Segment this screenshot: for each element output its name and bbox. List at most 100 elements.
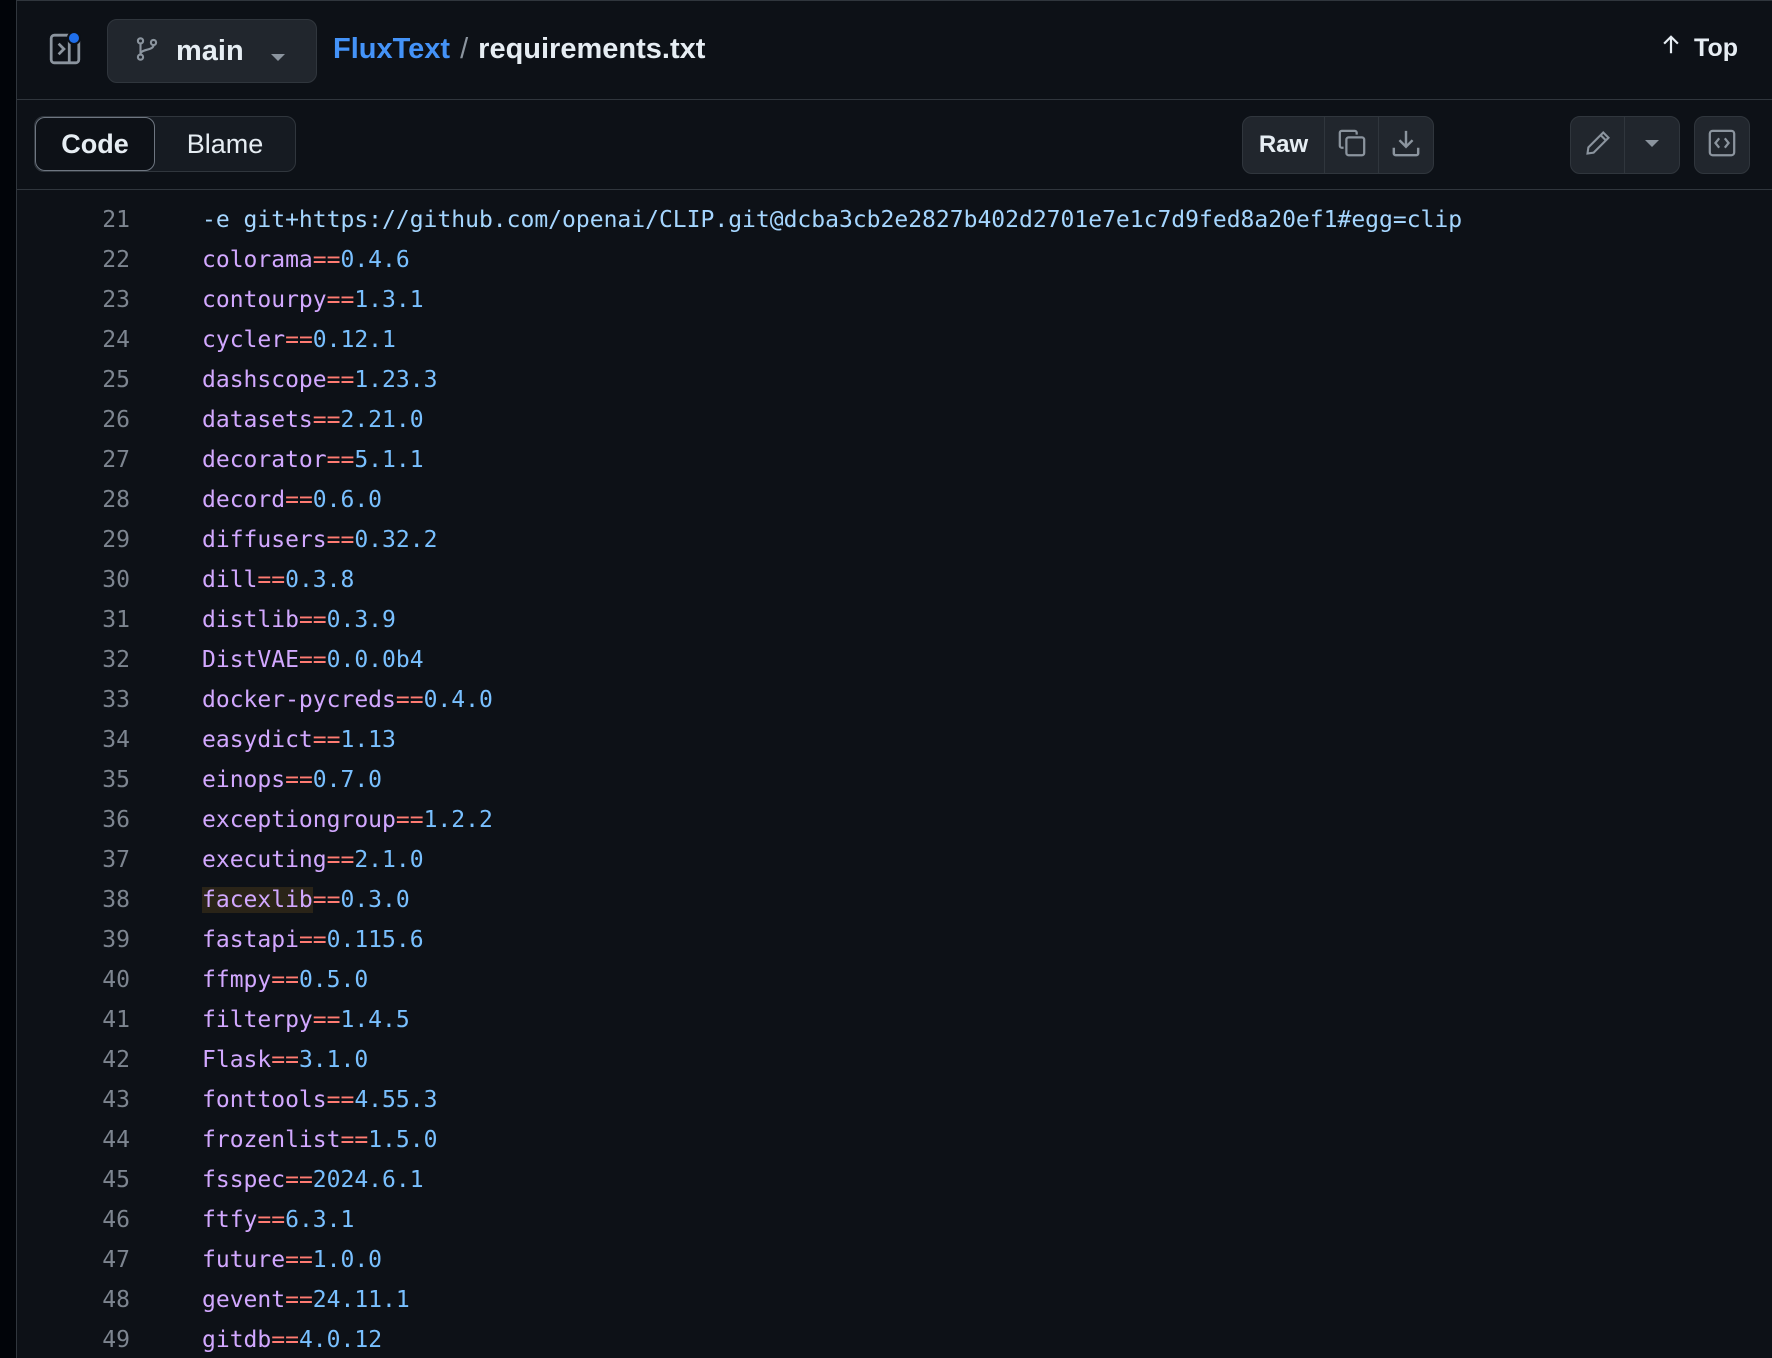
line-number[interactable]: 28: [17, 487, 130, 513]
package-version: 1.3.1: [354, 287, 424, 313]
package-name: fsspec: [202, 1167, 286, 1193]
line-number[interactable]: 26: [17, 407, 130, 433]
version-operator: ==: [271, 1327, 299, 1353]
line-number[interactable]: 49: [17, 1327, 130, 1353]
package-name: diffusers: [202, 527, 327, 553]
line-number[interactable]: 20: [17, 190, 130, 193]
code-line: 37 executing==2.1.0: [17, 840, 1772, 880]
package-version: 6.3.1: [285, 1207, 355, 1233]
line-content: datasets==2.21.0: [202, 407, 424, 433]
line-number[interactable]: 41: [17, 1007, 130, 1033]
line-number[interactable]: 23: [17, 287, 130, 313]
line-content: diffusers==0.32.2: [202, 527, 437, 553]
line-number[interactable]: 46: [17, 1207, 130, 1233]
code-line: 44 frozenlist==1.5.0: [17, 1120, 1772, 1160]
line-content: gitdb==4.0.12: [202, 1327, 382, 1353]
download-button[interactable]: [1379, 117, 1433, 173]
code-line: 42 Flask==3.1.0: [17, 1040, 1772, 1080]
notification-dot: [67, 31, 81, 45]
line-number[interactable]: 21: [17, 207, 130, 233]
breadcrumb: FluxText / requirements.txt: [333, 33, 705, 66]
line-content: future==1.0.0: [202, 1247, 382, 1273]
line-number[interactable]: 34: [17, 727, 130, 753]
line-content: Flask==3.1.0: [202, 1047, 368, 1073]
repo-link[interactable]: FluxText: [333, 33, 450, 66]
package-version: 1.4.5: [340, 1007, 410, 1033]
package-version: 0.7.0: [312, 767, 383, 793]
file-name: requirements.txt: [478, 33, 706, 65]
package-name: distlib: [202, 607, 299, 633]
line-content: ftfy==6.3.1: [202, 1207, 354, 1233]
version-operator: ==: [326, 447, 355, 473]
package-name: executing: [202, 847, 327, 873]
tab-blame[interactable]: Blame: [155, 117, 295, 171]
code-viewer[interactable]: 20click==8.1.8 21 -e git+https://github.co…: [17, 190, 1772, 1358]
line-number[interactable]: 35: [17, 767, 130, 793]
line-number[interactable]: 40: [17, 967, 130, 993]
package-name: exceptiongroup: [202, 807, 396, 833]
package-name: easydict: [202, 727, 313, 753]
sidebar-toggle-button[interactable]: [45, 29, 85, 73]
version-operator: ==: [271, 190, 299, 193]
symbols-panel-toggle[interactable]: [1695, 117, 1749, 173]
package-name: einops: [202, 767, 286, 793]
package-name: datasets: [202, 407, 313, 433]
line-text: -e git+https://github.com/openai/CLIP.gi…: [202, 207, 1463, 233]
branch-selector[interactable]: main: [107, 19, 317, 83]
code-line: 40 ffmpy==0.5.0: [17, 960, 1772, 1000]
package-name: dashscope: [202, 367, 327, 393]
package-name: frozenlist: [202, 1127, 341, 1153]
line-number[interactable]: 39: [17, 927, 130, 953]
edit-button[interactable]: [1571, 117, 1625, 173]
line-number[interactable]: 29: [17, 527, 130, 553]
tab-code[interactable]: Code: [35, 117, 155, 171]
line-number[interactable]: 37: [17, 847, 130, 873]
package-version: 3.1.0: [298, 1047, 369, 1073]
line-content: executing==2.1.0: [202, 847, 424, 873]
line-number[interactable]: 44: [17, 1127, 130, 1153]
version-operator: ==: [298, 647, 327, 673]
code-line: 46 ftfy==6.3.1: [17, 1200, 1772, 1240]
line-number[interactable]: 45: [17, 1167, 130, 1193]
line-number[interactable]: 24: [17, 327, 130, 353]
line-number[interactable]: 27: [17, 447, 130, 473]
line-number[interactable]: 30: [17, 567, 130, 593]
line-content: gevent==24.11.1: [202, 1287, 410, 1313]
edit-options-button[interactable]: [1625, 117, 1679, 173]
line-number[interactable]: 36: [17, 807, 130, 833]
top-button[interactable]: Top: [1660, 33, 1738, 64]
version-operator: ==: [312, 247, 341, 273]
line-content: fastapi==0.115.6: [202, 927, 424, 953]
line-number[interactable]: 25: [17, 367, 130, 393]
symbols-panel-button[interactable]: [1694, 116, 1750, 174]
version-operator: ==: [395, 807, 424, 833]
line-number[interactable]: 38: [17, 887, 130, 913]
package-version: 4.55.3: [354, 1087, 438, 1113]
code-line: 35 einops==0.7.0: [17, 760, 1772, 800]
line-number[interactable]: 48: [17, 1287, 130, 1313]
edit-actions: [1570, 116, 1680, 174]
version-operator: ==: [312, 407, 341, 433]
line-content: decorator==5.1.1: [202, 447, 424, 473]
package-name: gevent: [202, 1287, 286, 1313]
raw-button[interactable]: Raw: [1243, 117, 1325, 173]
package-version: 0.6.0: [312, 487, 383, 513]
line-content: fsspec==2024.6.1: [202, 1167, 424, 1193]
line-number[interactable]: 31: [17, 607, 130, 633]
code-line: 23 contourpy==1.3.1: [17, 280, 1772, 320]
line-content: colorama==0.4.6: [202, 247, 410, 273]
line-number[interactable]: 43: [17, 1087, 130, 1113]
code-line: 20 click==8.1.8: [17, 190, 1772, 200]
code-line: 22 colorama==0.4.6: [17, 240, 1772, 280]
line-number[interactable]: 47: [17, 1247, 130, 1273]
line-number[interactable]: 33: [17, 687, 130, 713]
line-content: exceptiongroup==1.2.2: [202, 807, 493, 833]
line-number[interactable]: 32: [17, 647, 130, 673]
line-number[interactable]: 22: [17, 247, 130, 273]
version-operator: ==: [312, 727, 341, 753]
package-name: contourpy: [202, 287, 327, 313]
line-number[interactable]: 42: [17, 1047, 130, 1073]
line-content: frozenlist==1.5.0: [202, 1127, 437, 1153]
copy-button[interactable]: [1325, 117, 1379, 173]
package-name: decorator: [202, 447, 327, 473]
